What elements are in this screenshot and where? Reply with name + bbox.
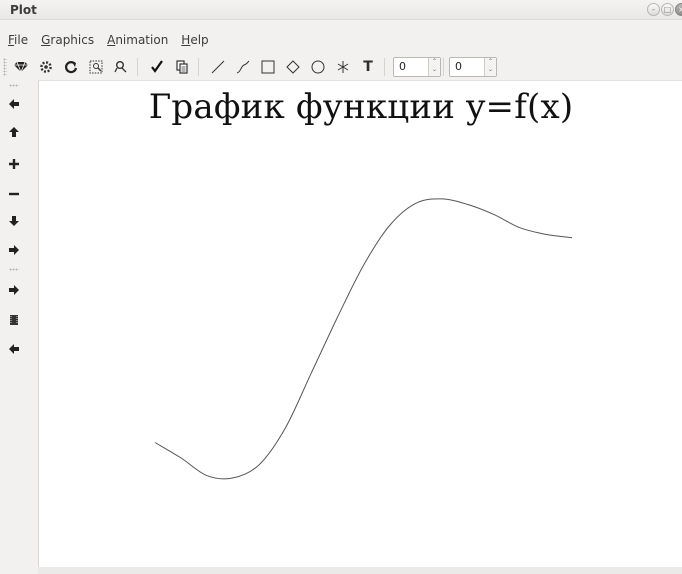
rectangle-tool-icon[interactable] — [257, 56, 279, 78]
toolbar-separator — [137, 58, 138, 76]
x-value-text: 0 — [399, 60, 406, 73]
spin-arrows-icon[interactable]: ⌃ ⌄ — [484, 58, 496, 76]
side-toolbar-grip[interactable] — [9, 84, 19, 87]
zoom-region-icon[interactable] — [85, 56, 107, 78]
circle-tool-icon[interactable] — [307, 56, 329, 78]
magnifier-icon[interactable] — [110, 56, 132, 78]
x-value-spinbox[interactable]: 0 ⌃ ⌄ — [393, 57, 441, 77]
toolbar: T 0 ⌃ ⌄ 0 ⌃ ⌄ — [0, 54, 682, 80]
play-back-icon[interactable] — [2, 338, 26, 360]
copy-icon[interactable] — [171, 56, 193, 78]
menu-graphics[interactable]: Graphics — [36, 31, 99, 49]
spin-arrows-icon[interactable]: ⌃ ⌄ — [428, 58, 440, 76]
minimize-icon[interactable]: – — [647, 3, 660, 16]
curve-tool-icon[interactable] — [232, 56, 254, 78]
side-toolbar-grip[interactable] — [9, 268, 19, 271]
function-curve — [154, 198, 573, 480]
checkmark-icon[interactable] — [146, 56, 168, 78]
play-forward-icon[interactable] — [2, 279, 26, 301]
zoom-out-minus-icon[interactable] — [2, 183, 26, 205]
diamond-tool-icon[interactable] — [282, 56, 304, 78]
arrow-right-icon[interactable] — [2, 239, 26, 261]
window-controls: – □ × — [647, 3, 682, 16]
zoom-in-plus-icon[interactable] — [2, 153, 26, 175]
arrow-left-icon[interactable] — [2, 93, 26, 115]
toolbar-grip[interactable] — [3, 58, 7, 76]
line-tool-icon[interactable] — [207, 56, 229, 78]
toolbar-separator — [443, 58, 444, 76]
rotate-icon[interactable] — [60, 56, 82, 78]
menu-help[interactable]: Help — [176, 31, 213, 49]
arrow-down-icon[interactable] — [2, 210, 26, 232]
menubar: File Graphics Animation Help — [0, 31, 682, 49]
film-strip-icon[interactable] — [2, 309, 26, 331]
status-strip — [38, 567, 682, 574]
arrow-up-icon[interactable] — [2, 121, 26, 143]
close-icon[interactable]: × — [675, 3, 682, 16]
maximize-icon[interactable]: □ — [661, 3, 674, 16]
toolbar-separator — [384, 58, 385, 76]
text-tool-icon[interactable]: T — [357, 56, 379, 78]
menu-file[interactable]: File — [3, 31, 33, 49]
plot-canvas[interactable]: График функции y=f(x) — [38, 80, 682, 567]
window-titlebar: Plot – □ × — [0, 0, 682, 20]
toolbar-separator — [198, 58, 199, 76]
window-title: Plot — [10, 3, 37, 17]
menu-animation[interactable]: Animation — [102, 31, 173, 49]
asterisk-tool-icon[interactable] — [332, 56, 354, 78]
diamond-gem-icon[interactable] — [10, 56, 32, 78]
y-value-text: 0 — [455, 60, 462, 73]
plot-area — [154, 198, 573, 480]
gear-icon[interactable] — [35, 56, 57, 78]
y-value-spinbox[interactable]: 0 ⌃ ⌄ — [449, 57, 497, 77]
side-toolbar — [0, 80, 38, 574]
